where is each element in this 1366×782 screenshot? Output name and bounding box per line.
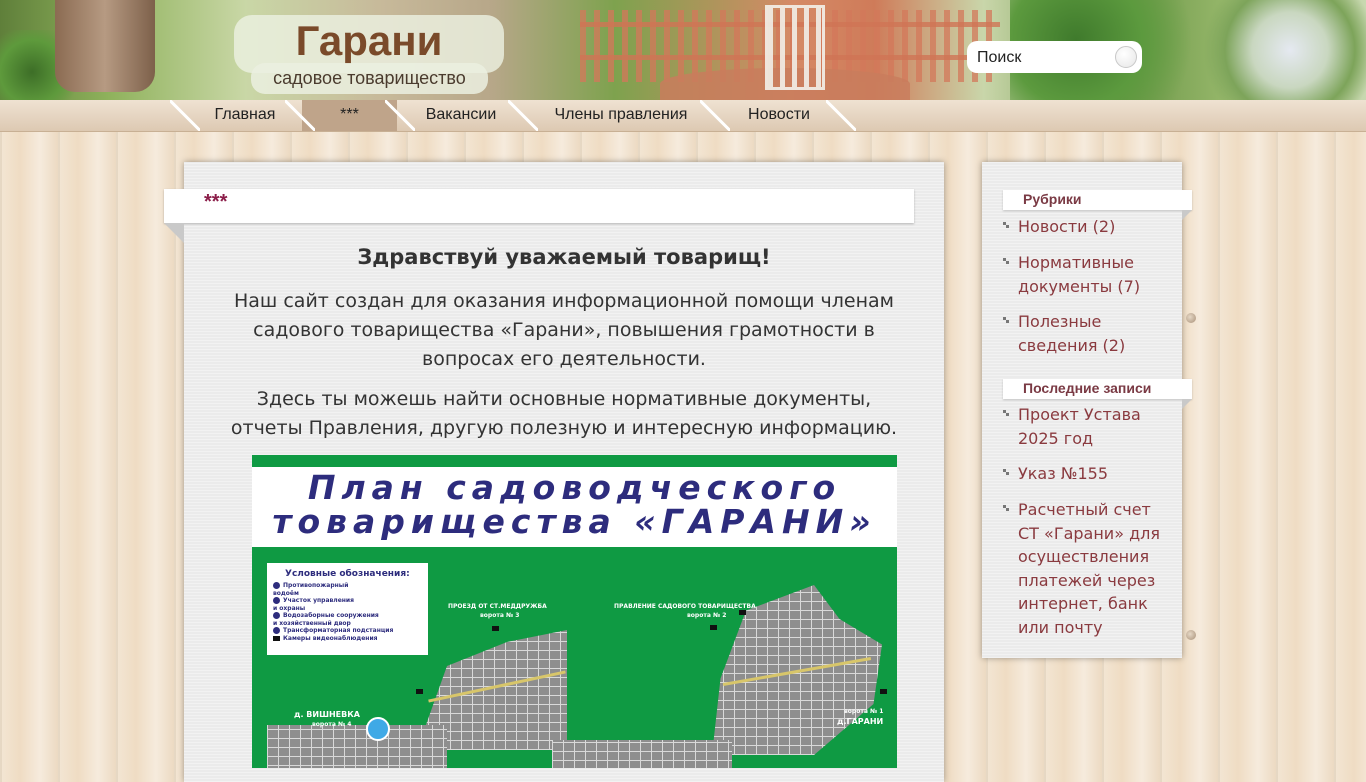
map-plots-south — [552, 740, 732, 768]
map-legend-title: Условные обозначения: — [285, 569, 410, 579]
legend-item: Водозаборные сооружения и хозяйственный … — [273, 612, 379, 627]
map-label-passage: ПРОЕЗД ОТ СТ.МЕДДРУЖБА — [448, 603, 547, 610]
sidebar-link-news[interactable]: Новости (2) — [1018, 215, 1168, 239]
bullet-icon — [1003, 222, 1009, 228]
header-banner — [0, 0, 1366, 100]
post-greeting: Здравствуй уважаемый товарищ! — [357, 245, 771, 269]
bullet-icon — [1003, 258, 1009, 264]
camera-icon — [739, 610, 746, 615]
post-title-bar — [164, 189, 914, 223]
map-label-gate3: ворота № 3 — [480, 612, 520, 619]
bullet-icon — [1003, 505, 1009, 511]
legend-item: Противопожарный водоём — [273, 582, 349, 597]
camera-icon — [880, 689, 887, 694]
sidebar-link-recent-decree[interactable]: Указ №155 — [1018, 462, 1168, 486]
map-legend-list: Противопожарный водоём Участок управлени… — [273, 582, 393, 642]
camera-icon — [710, 625, 717, 630]
map-plots-southwest — [267, 725, 447, 768]
sidebar-link-useful-info[interactable]: Полезные сведения (2) — [1018, 310, 1168, 357]
map-label-gate2: ворота № 2 — [687, 612, 727, 619]
nav-separator — [700, 100, 730, 131]
post-paragraph-details: Здесь ты можешь найти основные нормативн… — [230, 388, 898, 439]
nav-item-vacancies[interactable]: Вакансии — [414, 100, 508, 131]
map-label-board: ПРАВЛЕНИЕ САДОВОГО ТОВАРИЩЕСТВА — [614, 603, 756, 610]
legend-marker-icon — [273, 582, 280, 589]
legend-marker-icon — [273, 612, 280, 619]
map-title-line2: товарищества «ГАРАНИ» — [272, 502, 877, 541]
post-title[interactable]: *** — [204, 191, 227, 214]
widget-title-recent: Последние записи — [1023, 380, 1152, 396]
legend-item: Трансформаторная подстанция — [273, 627, 393, 635]
map-pond-marker-icon — [366, 717, 390, 741]
camera-icon — [273, 635, 280, 641]
bullet-icon — [1003, 410, 1009, 416]
map-title: План садоводческого товарищества «ГАРАНИ… — [252, 471, 897, 539]
map-label-gate1: ворота № 1 — [844, 708, 884, 715]
map-label-garani: д.ГАРАНИ — [837, 717, 884, 726]
banner-gate — [765, 5, 825, 90]
decorative-nail — [1186, 630, 1196, 640]
nav-item-board-members[interactable]: Члены правления — [540, 100, 702, 131]
camera-icon — [492, 626, 499, 631]
widget-title-categories: Рубрики — [1023, 191, 1082, 207]
search-box — [967, 41, 1142, 73]
nav-separator — [385, 100, 415, 131]
camera-icon — [416, 689, 423, 694]
widget-title-fold — [1182, 210, 1192, 220]
nav-item-stars[interactable]: *** — [302, 100, 397, 131]
post-paragraph-intro: Наш сайт создан для оказания информацион… — [234, 290, 894, 370]
site-subtitle: садовое товарищество — [273, 68, 466, 88]
legend-item: Участок управления и охраны — [273, 597, 354, 612]
widget-title-fold — [1182, 399, 1192, 409]
legend-marker-icon — [273, 597, 280, 604]
legend-marker-icon — [273, 627, 280, 634]
map-label-vishnevka: д. ВИШНЕВКА — [294, 710, 360, 719]
nav-separator — [826, 100, 856, 131]
banner-tree-trunk — [55, 0, 155, 92]
map-label-gate4: ворота № 4 — [312, 721, 352, 728]
banner-flowers — [1200, 0, 1366, 100]
nav-item-home[interactable]: Главная — [200, 100, 290, 131]
map-legend: Условные обозначения: Противопожарный во… — [267, 563, 428, 655]
bullet-icon — [1003, 317, 1009, 323]
search-input[interactable] — [975, 46, 1109, 70]
sidebar-link-recent-charter[interactable]: Проект Устава 2025 год — [1018, 403, 1168, 450]
nav-item-news[interactable]: Новости — [732, 100, 826, 131]
bullet-icon — [1003, 469, 1009, 475]
nav-separator — [285, 100, 315, 131]
search-button[interactable] — [1115, 46, 1137, 68]
sidebar-link-normative-docs[interactable]: Нормативные документы (7) — [1018, 251, 1168, 298]
decorative-nail — [1186, 313, 1196, 323]
garden-plan-map-image[interactable]: План садоводческого товарищества «ГАРАНИ… — [252, 455, 897, 768]
sidebar-link-recent-account[interactable]: Расчетный счет СТ «Гарани» для осуществл… — [1018, 498, 1168, 639]
post-title-fold — [164, 223, 184, 243]
nav-separator — [170, 100, 200, 131]
main-nav: Главная *** Вакансии Члены правления Нов… — [0, 100, 1366, 132]
site-title[interactable]: Гарани — [234, 16, 504, 66]
legend-item: Камеры видеонаблюдения — [273, 635, 393, 643]
nav-separator — [508, 100, 538, 131]
